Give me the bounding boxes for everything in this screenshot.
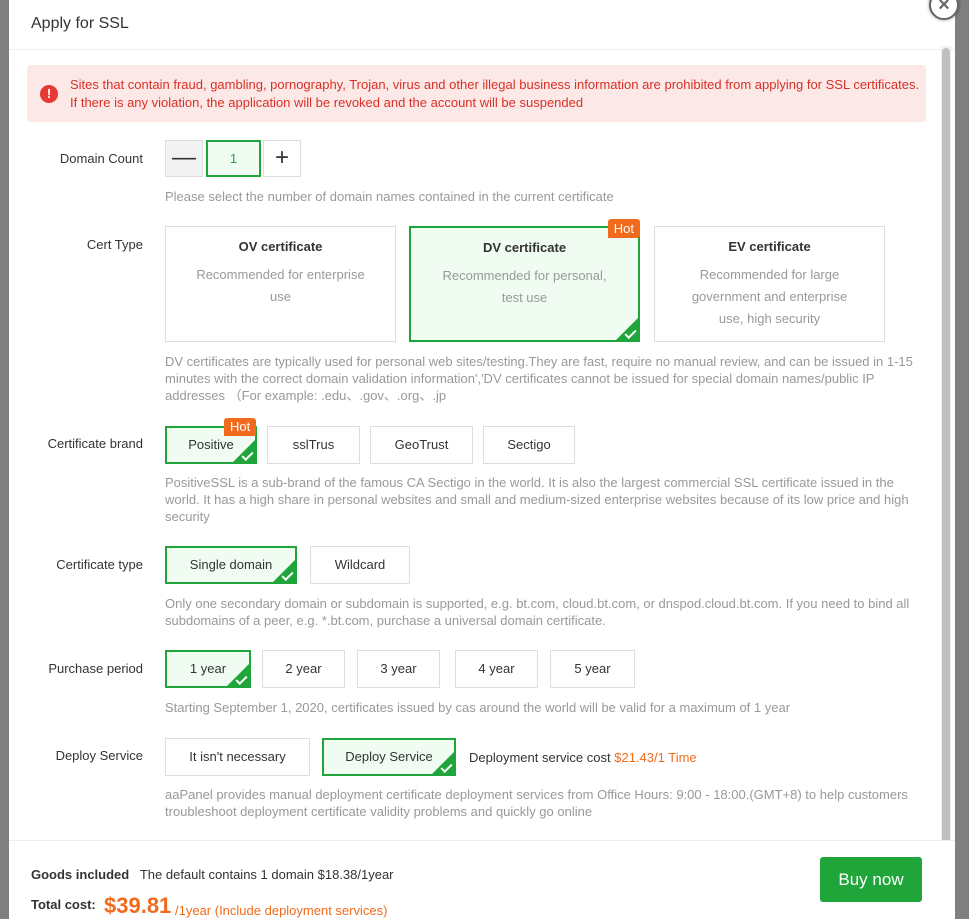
- period-option-3-year[interactable]: 3 year: [357, 650, 440, 688]
- period-option-label: 2 year: [285, 661, 322, 676]
- brand-option-label: Sectigo: [507, 437, 551, 452]
- period-option-1-year[interactable]: 1 year: [165, 650, 251, 688]
- deploy-option-service[interactable]: Deploy Service: [322, 738, 456, 776]
- cert-kind-option-label: Single domain: [189, 557, 273, 572]
- goods-label: Goods included: [31, 867, 130, 882]
- brand-hint: PositiveSSL is a sub-brand of the famous…: [165, 475, 909, 524]
- apply-ssl-dialog: Apply for SSL ! Sites that contain fraud…: [9, 0, 955, 919]
- cert-card-ov[interactable]: OV certificate Recommended for enterpris…: [165, 226, 396, 342]
- hot-badge: Hot: [607, 219, 640, 238]
- period-option-label: 3 year: [380, 661, 417, 676]
- cert-card-desc: Recommended for large government and ent…: [691, 267, 848, 326]
- dialog-header: Apply for SSL: [9, 0, 955, 50]
- warning-banner: ! Sites that contain fraud, gambling, po…: [27, 65, 926, 122]
- period-option-4-year[interactable]: 4 year: [455, 650, 538, 688]
- cert-card-title: DV certificate: [482, 240, 567, 255]
- cert-kind-label: Certificate type: [56, 557, 143, 572]
- cert-kind-hint: Only one secondary domain or subdomain i…: [165, 596, 910, 628]
- cert-type-label: Cert Type: [86, 237, 143, 252]
- goods-text: The default contains 1 domain $18.38/1ye…: [139, 867, 394, 882]
- brand-option-label: GeoTrust: [394, 437, 449, 452]
- dialog-footer: Goods included The default contains 1 do…: [9, 840, 955, 919]
- scrollbar[interactable]: [941, 46, 951, 866]
- deploy-cost-value: $21.43/1 Time: [614, 750, 697, 765]
- cert-kind-option-wildcard[interactable]: Wildcard: [310, 546, 410, 584]
- deploy-option-none[interactable]: It isn't necessary: [165, 738, 310, 776]
- hot-badge: Hot: [224, 418, 257, 436]
- total-price: $39.81: [104, 893, 172, 918]
- domain-count-label: Domain Count: [59, 151, 143, 166]
- domain-count-input[interactable]: 1: [206, 140, 261, 177]
- cert-card-ev[interactable]: EV certificate Recommended for large gov…: [654, 226, 885, 342]
- goods-included: Goods included The default contains 1 do…: [31, 867, 394, 882]
- cert-kind-option-label: Wildcard: [334, 557, 386, 572]
- cert-type-hint: DV certificates are typically used for p…: [165, 354, 913, 403]
- period-label: Purchase period: [48, 661, 143, 676]
- cert-card-dv[interactable]: DV certificate Recommended for personal,…: [409, 219, 640, 342]
- cert-card-desc: Recommended for personal, test use: [442, 268, 607, 305]
- brand-option-label: sslTrus: [292, 437, 335, 452]
- cert-kind-option-single[interactable]: Single domain: [165, 546, 297, 584]
- total-unit: /1year (Include deployment services): [175, 903, 388, 918]
- buy-now-button[interactable]: Buy now: [820, 857, 922, 902]
- brand-option-ssltrus[interactable]: sslTrus: [267, 426, 360, 464]
- period-option-label: 4 year: [478, 661, 515, 676]
- decrement-button[interactable]: —: [165, 140, 203, 177]
- brand-option-sectigo[interactable]: Sectigo: [483, 426, 575, 464]
- cert-card-title: EV certificate: [728, 239, 811, 254]
- cert-card-title: OV certificate: [238, 239, 323, 254]
- deploy-option-label: Deploy Service: [345, 749, 433, 764]
- deploy-option-label: It isn't necessary: [189, 749, 286, 764]
- alert-icon: !: [40, 85, 58, 103]
- domain-count-hint: Please select the number of domain names…: [165, 189, 614, 204]
- period-option-2-year[interactable]: 2 year: [262, 650, 345, 688]
- period-hint: Starting September 1, 2020, certificates…: [165, 700, 791, 715]
- cert-card-desc: Recommended for enterprise use: [196, 267, 365, 304]
- period-option-label: 5 year: [574, 661, 611, 676]
- scrollbar-thumb[interactable]: [942, 48, 950, 866]
- dialog-title: Apply for SSL: [31, 15, 129, 32]
- brand-option-geotrust[interactable]: GeoTrust: [370, 426, 473, 464]
- deploy-cost-label: Deployment service cost: [469, 750, 611, 765]
- deploy-label: Deploy Service: [55, 748, 143, 763]
- increment-button[interactable]: +: [263, 140, 301, 177]
- deploy-cost: Deployment service cost $21.43/1 Time: [469, 750, 697, 765]
- deploy-hint: aaPanel provides manual deployment certi…: [165, 787, 908, 819]
- period-option-5-year[interactable]: 5 year: [550, 650, 635, 688]
- warning-text: Sites that contain fraud, gambling, porn…: [70, 77, 920, 110]
- brand-option-label: Positive: [188, 437, 234, 452]
- period-option-label: 1 year: [189, 661, 227, 676]
- total-label: Total cost:: [31, 897, 96, 912]
- brand-option-positive[interactable]: Positive Hot: [165, 418, 257, 464]
- brand-label: Certificate brand: [47, 436, 143, 451]
